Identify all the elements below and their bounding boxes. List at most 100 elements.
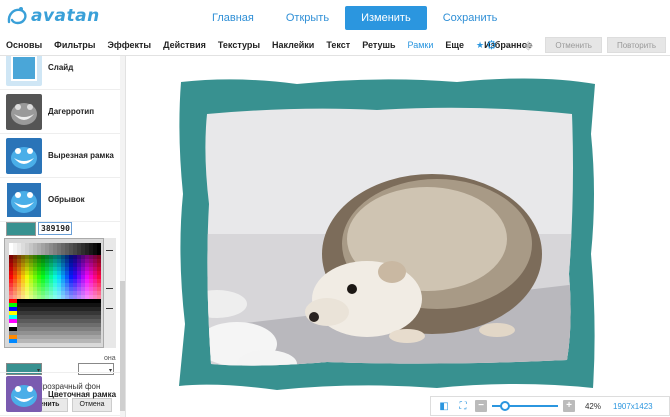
palette-cell [33,295,37,299]
palette-cell [49,315,53,319]
palette-cell [57,243,61,247]
palette-cell [29,271,33,275]
palette-cell [25,307,29,311]
nav-home[interactable]: Главная [196,6,270,30]
palette-cell [29,299,33,303]
palette-cell [49,267,53,271]
tab-text[interactable]: Текст [320,40,356,50]
palette-cell [69,307,73,311]
palette-cell [17,279,21,283]
palette-cell [81,283,85,287]
palette-cell [13,291,17,295]
palette-cell [33,275,37,279]
palette-cell [97,255,101,259]
tab-stickers[interactable]: Наклейки [266,40,320,50]
nav-open[interactable]: Открыть [270,6,345,30]
palette-cell [33,319,37,323]
side-marker [106,288,113,289]
palette-cell [29,303,33,307]
palette-cell [69,315,73,319]
effect-item[interactable]: Обрывок [0,178,120,222]
palette-cell [41,259,45,263]
palette-cell [29,287,33,291]
palette-cell [65,271,69,275]
nav-edit[interactable]: Изменить [345,6,427,30]
palette-cell [89,243,93,247]
gear-icon[interactable]: ⚙ [483,38,499,52]
palette-cell [41,339,45,343]
color-palette[interactable] [9,243,101,343]
palette-cell [45,327,49,331]
zoom-out-button[interactable]: − [475,400,487,412]
zoom-in-button[interactable]: + [563,400,575,412]
redo-button[interactable]: Повторить [606,37,666,53]
palette-cell [57,259,61,263]
palette-cell [85,287,89,291]
layers-icon[interactable]: ◈ [520,38,536,52]
palette-cell [93,275,97,279]
zoom-knob[interactable] [500,401,510,411]
palette-cell [53,319,57,323]
palette-cell [73,331,77,335]
palette-cell [25,283,29,287]
palette-cell [9,331,13,335]
palette-cell [33,263,37,267]
hex-color-input[interactable]: 389190 [38,222,72,235]
effect-label: Вырезная рамка [48,151,114,160]
tab-retouch[interactable]: Ретушь [356,40,401,50]
effect-item[interactable]: Дагерротип [0,90,120,134]
tab-basics[interactable]: Основы [0,40,48,50]
palette-cell [81,315,85,319]
palette-cell [77,303,81,307]
palette-cell [37,335,41,339]
side-marker [106,250,113,251]
palette-cell [49,299,53,303]
palette-cell [25,291,29,295]
palette-cell [41,319,45,323]
tab-filters[interactable]: Фильтры [48,40,101,50]
editor-canvas[interactable] [127,56,670,394]
palette-cell [61,323,65,327]
palette-cell [25,259,29,263]
zoom-slider[interactable] [492,400,558,412]
tab-actions[interactable]: Действия [157,40,212,50]
palette-cell [85,339,89,343]
palette-cell [61,315,65,319]
palette-cell [49,295,53,299]
palette-cell [65,243,69,247]
fit-screen-icon[interactable]: ⛶ [456,401,470,412]
tab-effects[interactable]: Эффекты [101,40,157,50]
tab-more[interactable]: Еще [439,40,470,50]
effect-item[interactable]: Вырезная рамка [0,134,120,178]
effect-item[interactable]: Цветочная рамка [0,372,120,416]
palette-cell [69,283,73,287]
tab-textures[interactable]: Текстуры [212,40,266,50]
palette-cell [29,335,33,339]
undo-button[interactable]: Отменить [545,37,602,53]
palette-cell [45,259,49,263]
palette-cell [37,299,41,303]
palette-cell [69,251,73,255]
palette-cell [9,263,13,267]
palette-cell [37,279,41,283]
palette-cell [61,251,65,255]
palette-cell [37,267,41,271]
palette-cell [61,283,65,287]
tool-toolbar: Основы Фильтры Эффекты Действия Текстуры… [0,34,670,56]
palette-cell [45,271,49,275]
palette-cell [21,287,25,291]
palette-cell [93,283,97,287]
palette-cell [41,327,45,331]
tab-frames[interactable]: Рамки [402,40,440,50]
palette-cell [41,323,45,327]
logo[interactable]: avatan [6,6,100,26]
effect-item[interactable]: Слайд [0,56,120,90]
compare-icon[interactable]: ◧ [437,401,451,412]
nav-save[interactable]: Сохранить [427,6,514,30]
effect-thumbnail [6,181,42,218]
palette-cell [9,283,13,287]
palette-cell [65,303,69,307]
scrollbar-thumb[interactable] [120,281,125,411]
chevron-down-icon[interactable]: ▼ [504,42,511,49]
panel-scrollbar[interactable] [120,56,125,417]
